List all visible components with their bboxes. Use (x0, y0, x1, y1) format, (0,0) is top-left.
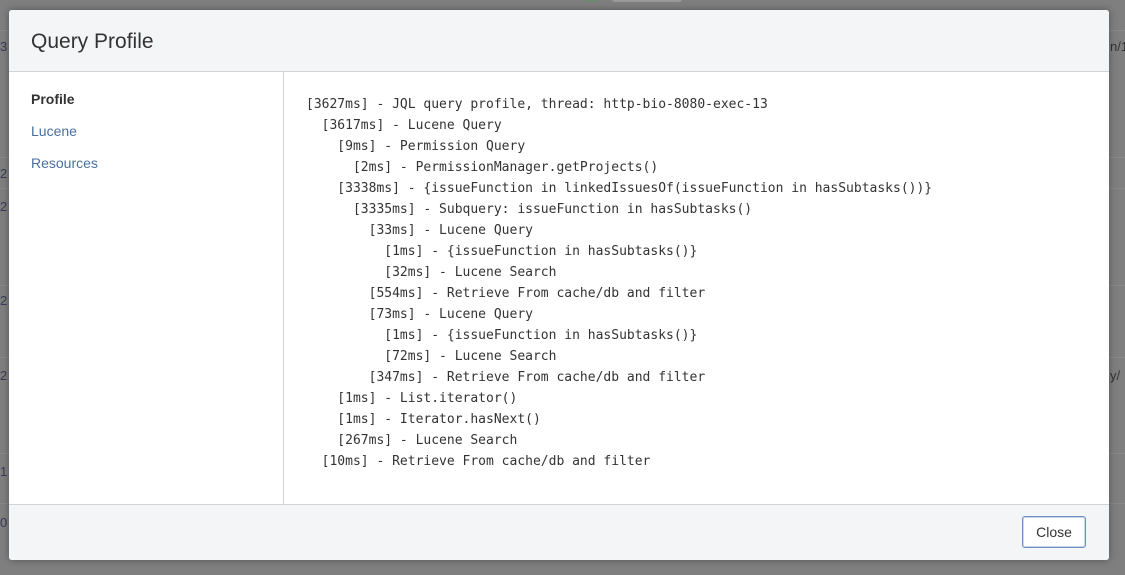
profile-line: [1ms] - {issueFunction in hasSubtasks()} (306, 244, 698, 259)
sidebar-item-profile[interactable]: Profile (31, 91, 75, 107)
profile-line: [3338ms] - {issueFunction in linkedIssue… (306, 181, 933, 196)
sidebar-item-resources[interactable]: Resources (31, 155, 98, 171)
background-cell-fragment: 2 (0, 166, 8, 181)
query-profile-dialog: Query Profile Profile Lucene Resources [… (9, 10, 1109, 560)
profile-line: [267ms] - Lucene Search (306, 433, 518, 448)
profile-line: [1ms] - Iterator.hasNext() (306, 412, 541, 427)
close-button[interactable]: Close (1022, 516, 1086, 548)
profile-line: [10ms] - Retrieve From cache/db and filt… (306, 454, 651, 469)
background-cell-fragment: 2 (0, 199, 8, 214)
profile-line: [3335ms] - Subquery: issueFunction in ha… (306, 202, 753, 217)
dialog-title: Query Profile (31, 30, 154, 53)
background-cell-fragment: y/ (1110, 368, 1121, 383)
background-status-dot (585, 0, 599, 2)
dialog-sidebar: Profile Lucene Resources (9, 72, 284, 504)
background-cell-fragment: 0 (0, 515, 8, 530)
profile-line: [72ms] - Lucene Search (306, 349, 557, 364)
dialog-header: Query Profile (9, 10, 1109, 72)
sidebar-item-lucene[interactable]: Lucene (31, 123, 77, 139)
profile-line: [2ms] - PermissionManager.getProjects() (306, 160, 659, 175)
background-cell-fragment: n/1 (1110, 39, 1125, 54)
profile-line: [1ms] - List.iterator() (306, 391, 518, 406)
background-cell-fragment: 2 (0, 293, 8, 308)
background-cell-fragment: 1 (0, 464, 8, 479)
profile-line: [3627ms] - JQL query profile, thread: ht… (306, 97, 768, 112)
background-cell-fragment: 2 (0, 368, 8, 383)
profile-line: [9ms] - Permission Query (306, 139, 526, 154)
profile-line: [32ms] - Lucene Search (306, 265, 557, 280)
background-tab (612, 0, 682, 2)
profile-line: [3617ms] - Lucene Query (306, 118, 502, 133)
profile-line: [33ms] - Lucene Query (306, 223, 533, 238)
profile-line: [73ms] - Lucene Query (306, 307, 533, 322)
profile-line: [347ms] - Retrieve From cache/db and fil… (306, 370, 706, 385)
profile-line: [1ms] - {issueFunction in hasSubtasks()} (306, 328, 698, 343)
background-cell-fragment: 3 (0, 39, 8, 54)
profile-content: [3627ms] - JQL query profile, thread: ht… (284, 72, 1109, 504)
dialog-footer: Close (9, 504, 1109, 560)
profile-line: [554ms] - Retrieve From cache/db and fil… (306, 286, 706, 301)
